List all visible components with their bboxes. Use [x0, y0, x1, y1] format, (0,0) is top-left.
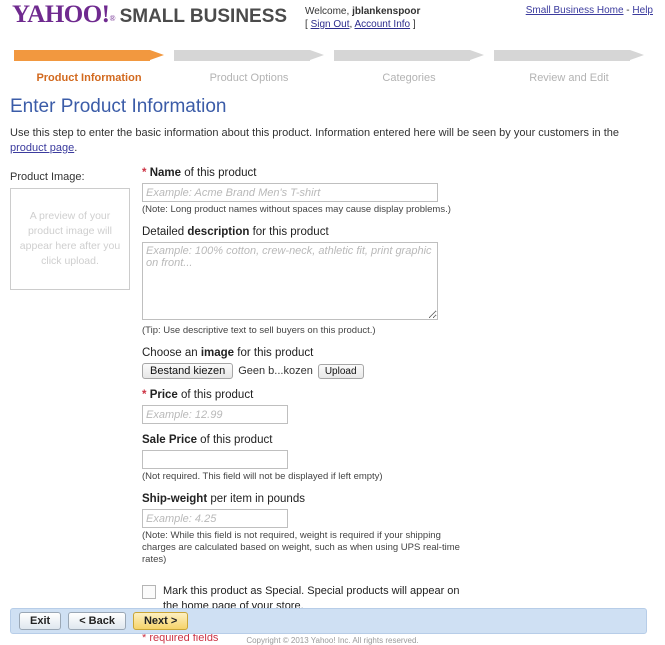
description-tip: (Tip: Use descriptive text to sell buyer… [142, 325, 376, 336]
label-pre-description: Detailed [142, 226, 188, 238]
mark-as-special-checkbox[interactable] [142, 585, 156, 599]
label-rest-price: of this product [177, 389, 254, 401]
step-label: Review and Edit [529, 72, 609, 84]
registered-trademark-icon: ® [109, 14, 116, 23]
progress-steps: Product Information Product Options Cate… [0, 50, 665, 88]
field-group-sale-price: Sale Price of this product (Not required… [142, 433, 642, 483]
product-description-textarea[interactable] [142, 242, 438, 320]
sign-out-link[interactable]: Sign Out [311, 19, 350, 30]
product-image-column: Product Image: A preview of your product… [10, 171, 135, 290]
page-title: Enter Product Information [10, 96, 227, 117]
sale-price-label: Sale Price of this product [142, 433, 642, 447]
label-bold-ship-weight: Ship-weight [142, 493, 208, 505]
label-rest-ship-weight: per item in pounds [207, 493, 305, 505]
required-asterisk: * [142, 389, 147, 401]
masthead: YAHOO! ® SMALL BUSINESS Welcome, jblanke… [0, 0, 665, 44]
yahoo-wordmark: YAHOO! [12, 1, 110, 28]
wizard-button-bar: Exit < Back Next > [10, 608, 647, 634]
welcome-username: jblankenspoor [352, 6, 421, 17]
step-label: Categories [382, 72, 436, 84]
step-review-and-edit[interactable]: Review and Edit [494, 50, 654, 88]
file-input-row: Bestand kiezen Geen b...kozen Upload [142, 363, 642, 379]
product-name-note: (Note: Long product names without spaces… [142, 204, 451, 215]
bracket-open: [ [305, 19, 308, 30]
top-navigation-links: Small Business Home - Help [526, 5, 653, 16]
label-rest-name: of this product [181, 167, 257, 179]
bracket-close: ] [412, 19, 416, 30]
preview-placeholder-text: A preview of your product image will app… [19, 210, 121, 267]
welcome-block: Welcome, jblankenspoor [ Sign Out, Accou… [305, 5, 420, 31]
account-links: [ Sign Out, Account Info ] [305, 18, 420, 31]
step-chevron-icon [174, 50, 334, 61]
choose-image-label: Choose an image for this product [142, 346, 642, 360]
step-label: Product Information [36, 72, 142, 84]
product-image-preview[interactable]: A preview of your product image will app… [10, 188, 130, 290]
intro-text-before: Use this step to enter the basic informa… [10, 127, 619, 139]
product-fields-column: * Name of this product (Note: Long produ… [142, 166, 642, 644]
small-business-wordmark: SMALL BUSINESS [119, 6, 288, 27]
link-separator: - [626, 5, 630, 16]
choose-file-button[interactable]: Bestand kiezen [142, 363, 234, 379]
product-name-input[interactable] [142, 183, 438, 202]
welcome-prefix: Welcome, [305, 6, 350, 17]
links-comma: , [349, 19, 353, 30]
exit-button[interactable]: Exit [19, 612, 62, 630]
page-intro: Use this step to enter the basic informa… [10, 126, 655, 156]
copyright-text: Copyright © 2013 Yahoo! Inc. All rights … [246, 636, 419, 645]
back-button[interactable]: < Back [68, 612, 126, 630]
label-bold-image: image [200, 347, 235, 359]
label-rest-description: for this product [249, 226, 329, 238]
step-chevron-icon [334, 50, 494, 61]
required-asterisk: * [142, 167, 147, 179]
upload-button[interactable]: Upload [317, 363, 364, 379]
account-info-link[interactable]: Account Info [355, 19, 411, 30]
label-bold-sale-price: Sale Price [142, 434, 197, 446]
help-link[interactable]: Help [632, 5, 653, 16]
yahoo-small-business-logo[interactable]: YAHOO! ® SMALL BUSINESS [12, 2, 287, 27]
product-image-label: Product Image: [10, 171, 85, 183]
small-business-home-link[interactable]: Small Business Home [526, 5, 624, 16]
label-rest-image: for this product [234, 347, 314, 359]
field-group-image-upload: Choose an image for this product Bestand… [142, 346, 642, 379]
form-content: Product Image: A preview of your product… [0, 166, 665, 644]
label-rest-sale-price: of this product [196, 434, 273, 446]
step-chevron-icon [14, 50, 174, 61]
ship-weight-label: Ship-weight per item in pounds [142, 492, 642, 506]
selected-file-status: Geen b...kozen [238, 365, 313, 377]
step-product-options[interactable]: Product Options [174, 50, 334, 88]
field-group-ship-weight: Ship-weight per item in pounds (Note: Wh… [142, 492, 642, 566]
label-bold-description: description [187, 226, 250, 238]
ship-weight-input[interactable] [142, 509, 288, 528]
intro-text-after: . [74, 142, 78, 154]
ship-weight-note: (Note: While this field is not required,… [142, 530, 460, 565]
label-bold-price: Price [149, 389, 178, 401]
label-pre-image: Choose an [142, 347, 201, 359]
product-page-link[interactable]: product page [10, 142, 74, 154]
sale-price-input[interactable] [142, 450, 288, 469]
field-group-price: * Price of this product [142, 388, 642, 424]
next-button[interactable]: Next > [132, 612, 189, 630]
step-categories[interactable]: Categories [334, 50, 494, 88]
step-chevron-icon [494, 50, 654, 61]
sale-price-note: (Not required. This field will not be di… [142, 471, 383, 482]
label-bold-name: Name [149, 167, 182, 179]
step-product-information[interactable]: Product Information [14, 50, 174, 88]
field-group-description: Detailed description for this product (T… [142, 225, 642, 337]
price-label: * Price of this product [142, 388, 642, 402]
product-name-label: * Name of this product [142, 166, 642, 180]
field-group-name: * Name of this product (Note: Long produ… [142, 166, 642, 216]
price-input[interactable] [142, 405, 288, 424]
step-label: Product Options [209, 72, 289, 84]
description-label: Detailed description for this product [142, 225, 642, 239]
